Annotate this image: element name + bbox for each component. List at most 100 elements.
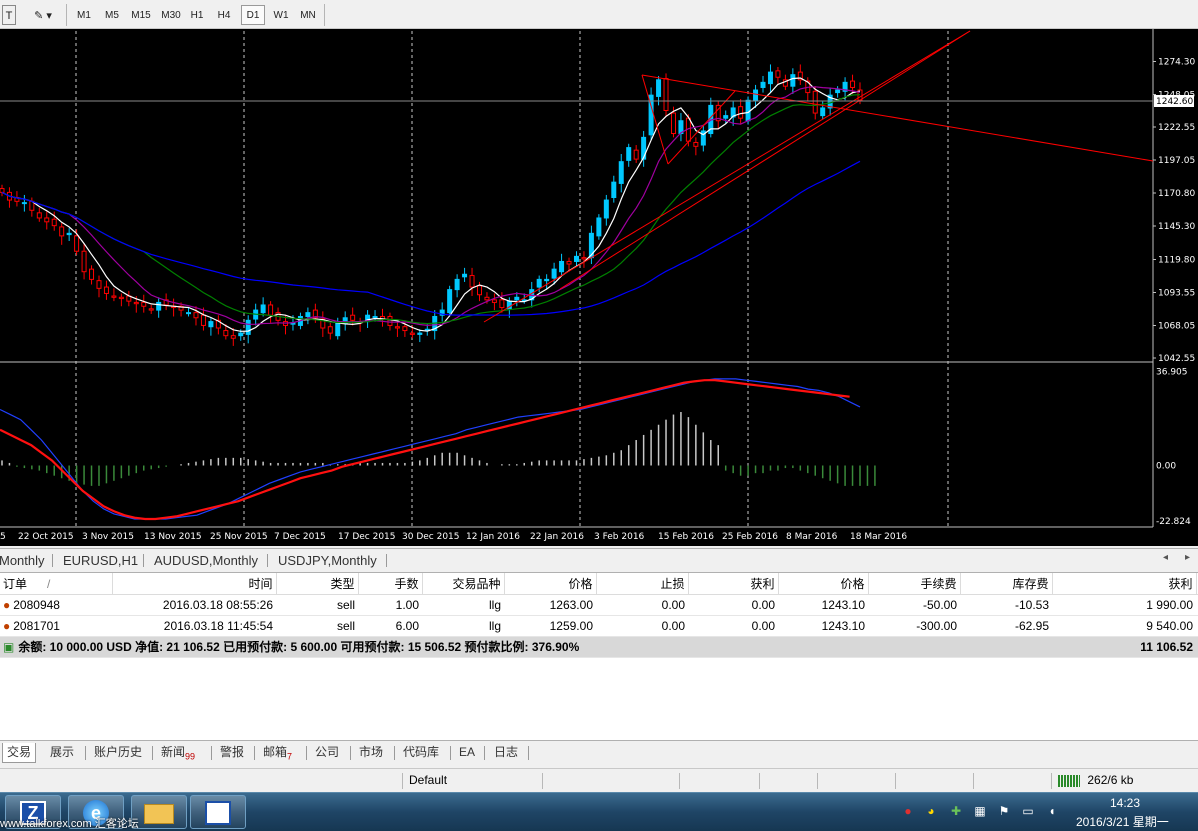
col-open-price[interactable]: 价格	[504, 573, 597, 595]
traffic-readout: 262/6 kb	[1087, 773, 1134, 787]
time-tick-label: 12 Jan 2016	[466, 532, 520, 542]
take-profit-cell[interactable]: 0.00	[688, 615, 778, 637]
tray-network-icon[interactable]: ▦	[972, 803, 988, 819]
timeframe-h4-button[interactable]: H4	[212, 5, 236, 25]
col-swap[interactable]: 库存费	[960, 573, 1053, 595]
col-type[interactable]: 类型	[276, 573, 359, 595]
col-time[interactable]: 时间	[112, 573, 277, 595]
col-stop-loss[interactable]: 止损	[596, 573, 689, 595]
price-chart[interactable]: 1242.60 1274.30 1248.05 1222.55 1197.05 1170.…	[0, 29, 1198, 546]
tab-alerts[interactable]: 警报	[220, 743, 244, 763]
profit-cell: 9 540.00	[1052, 615, 1196, 637]
price-tick-label: 1119.80	[1158, 256, 1195, 266]
tray-flag-icon[interactable]: ⚑	[996, 803, 1012, 819]
scroll-left-icon[interactable]: ◂	[1163, 552, 1168, 563]
candle-body	[268, 304, 274, 316]
col-commission[interactable]: 手续费	[868, 573, 961, 595]
col-profit[interactable]: 获利	[1052, 573, 1197, 595]
timeframe-m15-button[interactable]: M15	[127, 5, 155, 25]
time-tick-label: 17 Dec 2015	[338, 532, 396, 542]
taskbar-app-window[interactable]	[190, 795, 246, 829]
time-tick-label: 8 Mar 2016	[786, 532, 838, 542]
tab-news[interactable]: 新闻99	[161, 743, 195, 763]
time-tick-label: 5	[0, 532, 6, 542]
candle-body	[305, 312, 311, 317]
col-take-profit[interactable]: 获利	[688, 573, 779, 595]
swap-cell: -62.95	[960, 615, 1052, 637]
tray-display-icon[interactable]: ▭	[1020, 803, 1036, 819]
tray-record-icon[interactable]: ●	[900, 803, 916, 819]
candle-body	[148, 308, 154, 311]
candle-body	[417, 332, 423, 335]
tab-separator	[484, 746, 485, 760]
candle-body	[223, 330, 229, 337]
candle-body	[193, 312, 199, 319]
timeframe-d1-button[interactable]: D1	[241, 5, 265, 25]
stop-loss-cell[interactable]: 0.00	[596, 594, 688, 616]
take-profit-cell[interactable]: 0.00	[688, 594, 778, 616]
profile-name[interactable]: Default	[409, 773, 447, 787]
crosshair-tool-button[interactable]: T	[2, 5, 16, 25]
tab-separator	[306, 746, 307, 760]
candle-body	[738, 106, 744, 119]
tab-company[interactable]: 公司	[315, 743, 339, 763]
tab-mailbox[interactable]: 邮箱7	[263, 743, 292, 763]
timeframe-w1-button[interactable]: W1	[269, 5, 293, 25]
candle-body	[394, 326, 400, 329]
tray-shield-icon[interactable]: ✚	[948, 803, 964, 819]
stop-loss-cell[interactable]: 0.00	[596, 615, 688, 637]
taskbar-app-explorer[interactable]	[131, 795, 187, 829]
candle-body	[760, 81, 766, 88]
candle-body	[141, 301, 147, 307]
chart-tab-monthly[interactable]: Monthly	[0, 553, 45, 568]
status-cell	[895, 773, 973, 789]
tab-trade[interactable]: 交易	[2, 743, 37, 763]
tab-account-history[interactable]: 账户历史	[94, 743, 142, 763]
col-lots[interactable]: 手数	[358, 573, 423, 595]
clock-time[interactable]: 14:23	[1110, 796, 1140, 810]
col-symbol[interactable]: 交易品种	[422, 573, 505, 595]
timeframe-m5-button[interactable]: M5	[99, 5, 125, 25]
tab-separator	[52, 554, 53, 567]
table-row[interactable]: ● 2081701 2016.03.18 11:45:54 sell 6.00 l…	[0, 615, 1198, 637]
current-price-cell: 1243.10	[778, 594, 868, 616]
col-current-price[interactable]: 价格	[778, 573, 869, 595]
scroll-right-icon[interactable]: ▸	[1185, 552, 1190, 563]
candle-body	[200, 314, 206, 326]
moving-average-line	[1, 94, 861, 325]
chart-tabs: Monthly EURUSD,H1 AUDUSD,Monthly USDJPY,…	[0, 548, 1198, 570]
timeframe-m1-button[interactable]: M1	[71, 5, 97, 25]
table-row[interactable]: ● 2080948 2016.03.18 08:55:26 sell 1.00 l…	[0, 594, 1198, 616]
symbol-cell: llg	[422, 615, 504, 637]
tray-volume-icon[interactable]: ◖	[1044, 803, 1060, 819]
tray-qq-icon[interactable]: ◕	[923, 803, 939, 819]
time-cell: 2016.03.18 08:55:26	[112, 594, 276, 616]
time-tick-label: 13 Nov 2015	[144, 532, 202, 542]
timeframe-mn-button[interactable]: MN	[296, 5, 320, 25]
time-tick-label: 25 Nov 2015	[210, 532, 268, 542]
symbol-cell: llg	[422, 594, 504, 616]
status-cell	[817, 773, 895, 789]
swap-cell: -10.53	[960, 594, 1052, 616]
candle-body	[238, 332, 244, 337]
status-cell	[679, 773, 759, 789]
tab-market[interactable]: 市场	[359, 743, 383, 763]
time-tick-label: 3 Nov 2015	[82, 532, 134, 542]
candle-body	[566, 260, 572, 265]
tab-code-base[interactable]: 代码库	[403, 743, 439, 763]
line-studies-dropdown[interactable]: ✎ ▾	[26, 5, 60, 25]
chart-tab-audusd-monthly[interactable]: AUDUSD,Monthly	[154, 553, 258, 568]
chart-canvas[interactable]: 1242.601274.301248.051222.551197.051170.…	[0, 29, 1198, 546]
tab-exposure[interactable]: 展示	[50, 743, 74, 763]
clock-date[interactable]: 2016/3/21 星期一	[1076, 813, 1169, 830]
tab-journal[interactable]: 日志	[494, 743, 518, 763]
chart-tab-usdjpy-monthly[interactable]: USDJPY,Monthly	[278, 553, 377, 568]
col-order[interactable]: 订单 /	[0, 573, 113, 595]
chart-tab-eurusd-h1[interactable]: EURUSD,H1	[63, 553, 138, 568]
timeframe-m30-button[interactable]: M30	[157, 5, 185, 25]
timeframe-h1-button[interactable]: H1	[186, 5, 208, 25]
candle-body	[544, 278, 550, 282]
tab-separator	[254, 746, 255, 760]
tab-experts[interactable]: EA	[459, 743, 475, 763]
price-tick-label: 1042.55	[1158, 354, 1195, 364]
